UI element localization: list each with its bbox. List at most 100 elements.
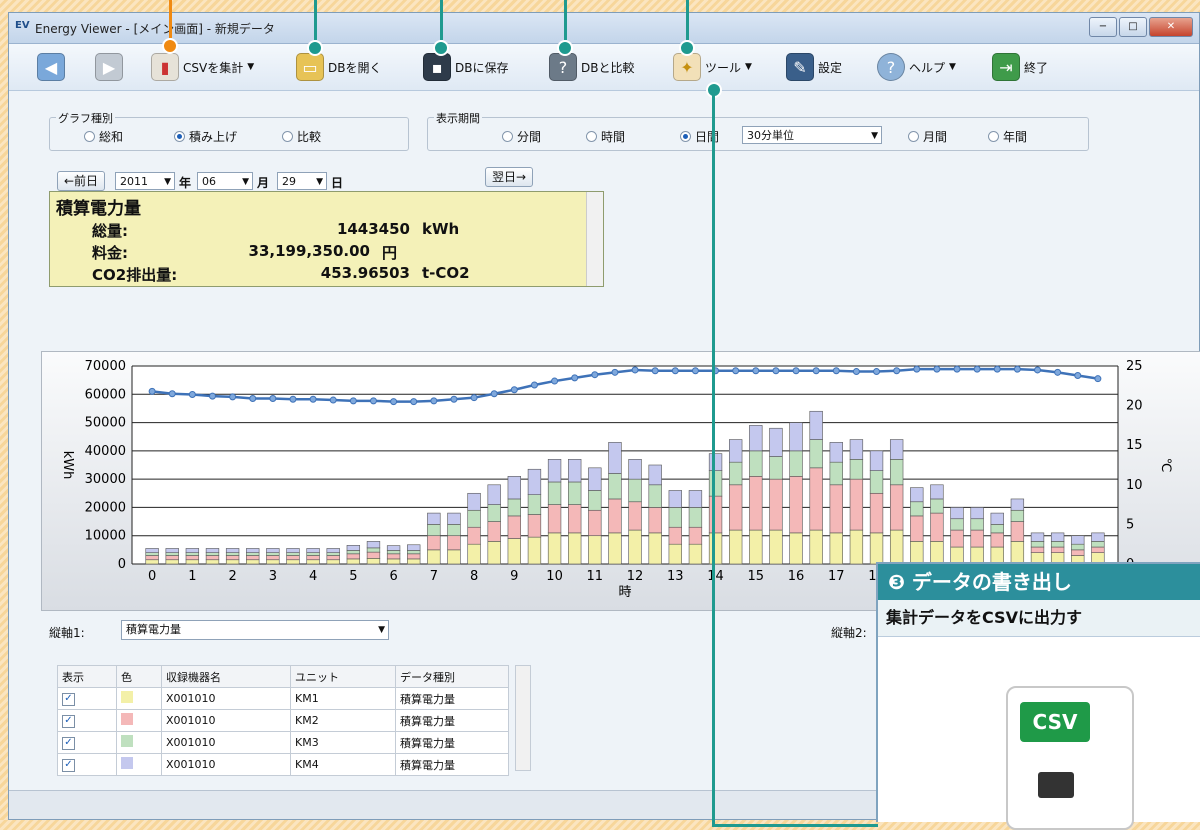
color-cell (116, 687, 162, 710)
day-select[interactable]: 29 ▼ (277, 172, 327, 190)
column-header[interactable]: ユニット (290, 665, 396, 688)
x-axis-label: 時 (618, 585, 631, 600)
temperature-point (873, 368, 881, 376)
x-tick-label: 0 (148, 569, 156, 584)
x-tick-label: 4 (309, 569, 317, 584)
visible-checkbox-cell[interactable]: ✓ (57, 687, 117, 710)
column-header[interactable]: 色 (116, 665, 162, 688)
csv-aggregate-button[interactable]: ▮ CSVを集計 ▼ (151, 52, 254, 82)
visible-checkbox[interactable]: ✓ (62, 759, 75, 772)
bar-segment (1071, 535, 1085, 545)
bar-segment (547, 481, 562, 505)
callout-heading: ❸ データの書き出し (878, 564, 1200, 600)
back-button[interactable]: ◀ (37, 52, 65, 82)
unit-select[interactable]: 30分単位 ▼ (742, 126, 882, 144)
visible-checkbox[interactable]: ✓ (62, 715, 75, 728)
help-icon: ? (877, 53, 905, 81)
radio-hour[interactable]: 時間 (586, 128, 625, 145)
radio-minute[interactable]: 分間 (502, 128, 541, 145)
bar-segment (970, 518, 984, 531)
temperature-point (913, 365, 921, 373)
column-header[interactable]: データ種別 (395, 665, 509, 688)
maximize-button[interactable]: □ (1119, 17, 1147, 37)
bar-segment (487, 521, 501, 542)
bar-segment (889, 484, 904, 531)
bar-segment (829, 442, 843, 463)
graph-type-group: グラフ種別 総和 積み上げ 比較 (49, 110, 409, 151)
summary-unit: kWh (422, 220, 460, 238)
summary-heading: 積算電力量 (56, 199, 141, 219)
bar-segment (829, 461, 843, 486)
column-header[interactable]: 収録機器名 (161, 665, 291, 688)
forward-button[interactable]: ▶ (95, 52, 123, 82)
minimize-button[interactable]: − (1089, 17, 1117, 37)
bar-segment (346, 545, 361, 551)
visible-checkbox-cell[interactable]: ✓ (57, 709, 117, 732)
table-row[interactable]: ✓ X001010 KM3 積算電力量 (57, 731, 509, 754)
unit-cell: KM1 (290, 687, 396, 710)
bar-segment (366, 551, 381, 559)
bar-segment (407, 558, 421, 565)
bar-segment (427, 535, 441, 551)
compare-db-button[interactable]: ? DBと比較 (549, 52, 634, 82)
color-swatch (121, 691, 133, 703)
bar-segment (849, 529, 864, 565)
next-day-button[interactable]: 翌日→ (485, 167, 534, 187)
bar-segment (668, 490, 682, 508)
radio-compare[interactable]: 比較 (282, 128, 321, 145)
settings-button[interactable]: ✎ 設定 (786, 52, 842, 82)
radio-dot (586, 131, 597, 142)
bar-segment (386, 550, 401, 555)
table-row[interactable]: ✓ X001010 KM2 積算電力量 (57, 709, 509, 732)
radio-total[interactable]: 総和 (84, 128, 123, 145)
y1-select[interactable]: 積算電力量 ▼ (121, 620, 389, 640)
visible-checkbox-cell[interactable]: ✓ (57, 753, 117, 776)
radio-day-label: 日間 (695, 130, 720, 144)
bar-segment (165, 555, 179, 561)
annotation-line (712, 92, 715, 827)
bar-segment (326, 548, 340, 553)
visible-checkbox-cell[interactable]: ✓ (57, 731, 117, 754)
temperature-point (953, 365, 961, 373)
bar-segment (386, 553, 401, 560)
exit-button[interactable]: ⇥ 終了 (992, 52, 1048, 82)
exit-label: 終了 (1024, 60, 1049, 75)
table-row[interactable]: ✓ X001010 KM4 積算電力量 (57, 753, 509, 776)
bar-segment (910, 541, 924, 565)
table-scrollbar[interactable] (515, 665, 531, 771)
summary-scrollbar[interactable] (586, 192, 603, 286)
bar-segment (145, 548, 159, 553)
bar-segment (648, 484, 662, 508)
bar-segment (145, 552, 159, 556)
bar-segment (749, 450, 763, 477)
column-header[interactable]: 表示 (57, 665, 117, 688)
help-button[interactable]: ? ヘルプ ▼ (877, 52, 956, 82)
device-name-cell: X001010 (161, 687, 291, 710)
bar-segment (889, 459, 904, 486)
temperature-point (1094, 375, 1102, 383)
bar-segment (608, 532, 622, 565)
month-select[interactable]: 06 ▼ (197, 172, 253, 190)
radio-month[interactable]: 月間 (908, 128, 947, 145)
open-db-button[interactable]: ▭ DBを開く (296, 52, 381, 82)
visible-checkbox[interactable]: ✓ (62, 693, 75, 706)
close-button[interactable]: ✕ (1149, 17, 1193, 37)
tools-button[interactable]: ✦ ツール ▼ (673, 52, 752, 82)
save-db-button[interactable]: ▪ DBに保存 (423, 52, 508, 82)
temperature-point (249, 394, 257, 402)
table-row[interactable]: ✓ X001010 KM1 積算電力量 (57, 687, 509, 710)
prev-day-button[interactable]: ←前日 (57, 171, 106, 191)
radio-compare-label: 比較 (297, 130, 322, 144)
compare-db-label: DBと比較 (581, 60, 635, 75)
csv-file-label: CSV (1020, 702, 1090, 742)
visible-checkbox[interactable]: ✓ (62, 737, 75, 750)
temperature-point (812, 367, 820, 375)
temperature-point (490, 390, 498, 398)
bar-segment (930, 541, 944, 565)
radio-stacked[interactable]: 積み上げ (174, 128, 237, 145)
temperature-point (1054, 368, 1062, 376)
bar-segment (588, 490, 602, 511)
year-select[interactable]: 2011 ▼ (115, 172, 175, 190)
unit-cell: KM2 (290, 709, 396, 732)
radio-year[interactable]: 年間 (988, 128, 1027, 145)
